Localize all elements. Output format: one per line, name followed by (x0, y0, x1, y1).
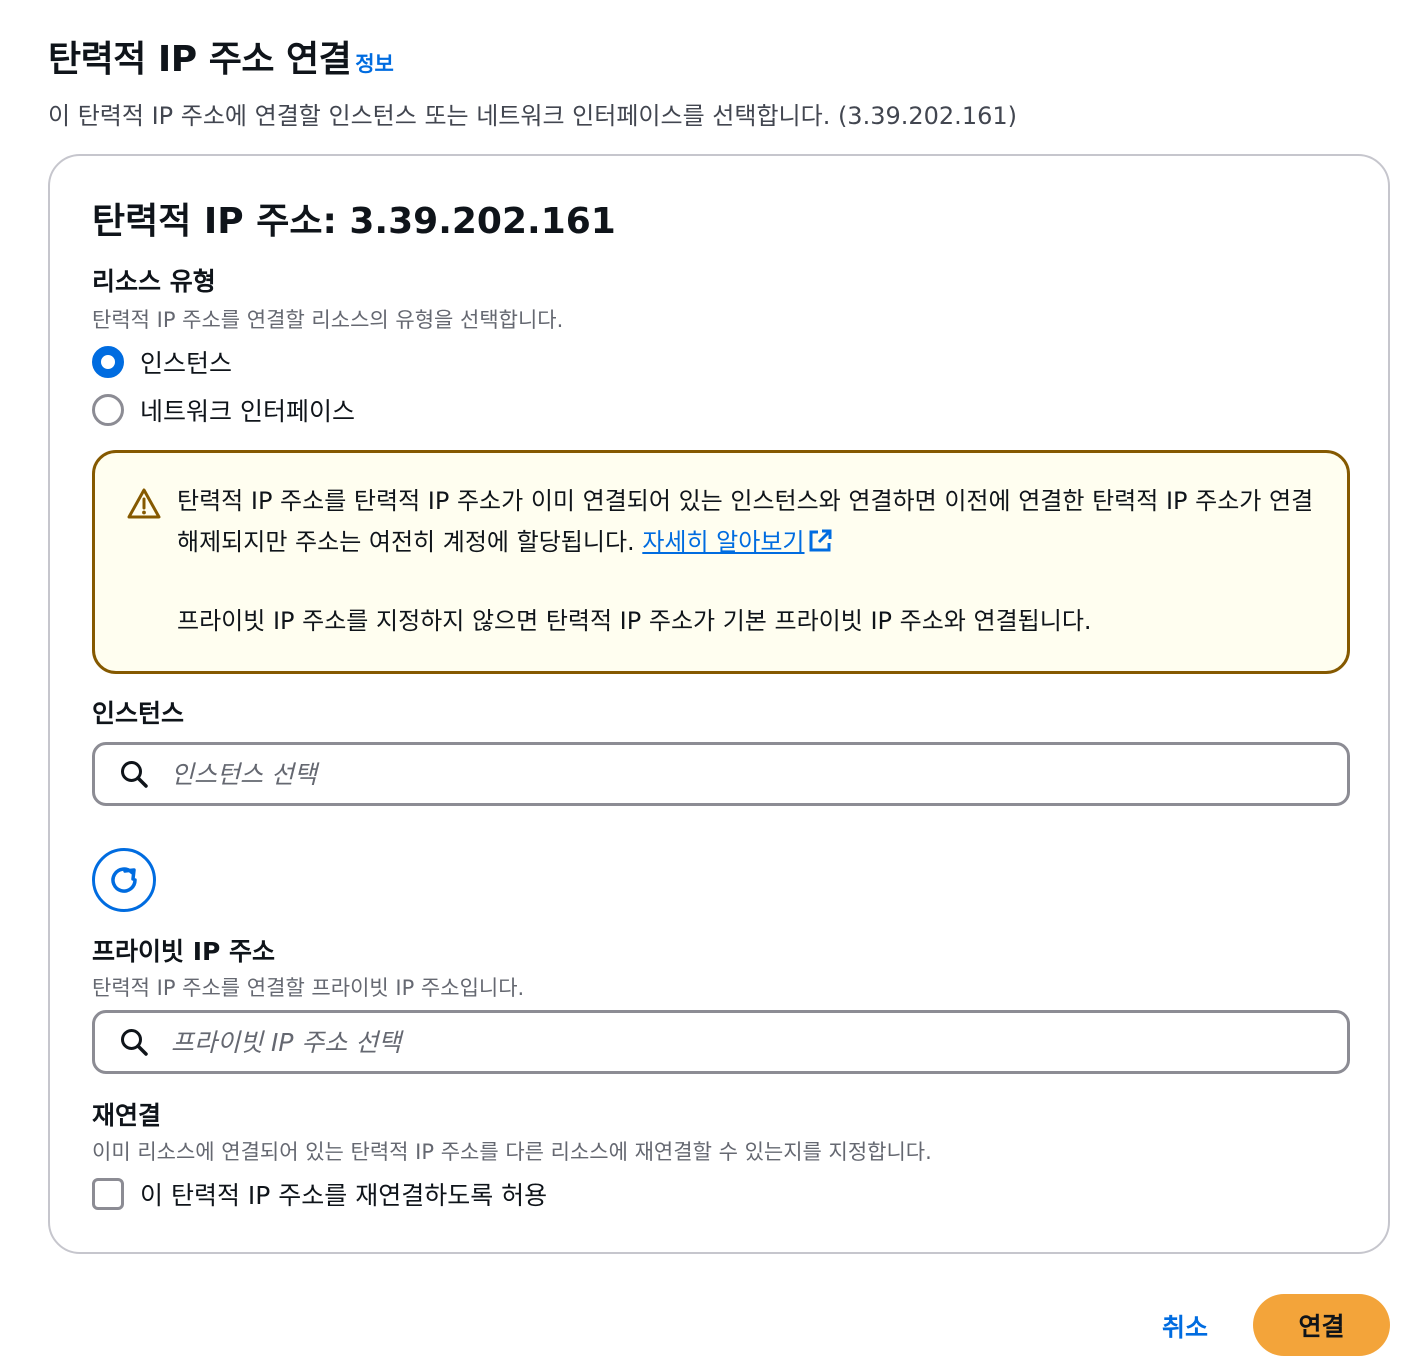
page: 탄력적 IP 주소 연결 정보 이 탄력적 IP 주소에 연결할 인스턴스 또는… (0, 0, 1424, 1356)
page-header: 탄력적 IP 주소 연결 정보 이 탄력적 IP 주소에 연결할 인스턴스 또는… (48, 30, 1017, 131)
private-ip-search-field[interactable] (92, 1010, 1350, 1074)
warning-icon (127, 488, 161, 519)
section-title: 탄력적 IP 주소: 3.39.202.161 (92, 201, 616, 242)
form-container: 탄력적 IP 주소: 3.39.202.161 리소스 유형 탄력적 IP 주소… (48, 154, 1390, 1254)
private-ip-description: 탄력적 IP 주소를 연결할 프라이빗 IP 주소입니다. (92, 976, 525, 1000)
info-link[interactable]: 정보 (355, 48, 394, 78)
learn-more-link-text: 자세히 알아보기 (642, 528, 805, 556)
alert-paragraph-1: 탄력적 IP 주소를 탄력적 IP 주소가 이미 연결되어 있는 인스턴스와 연… (177, 481, 1317, 563)
radio-button-network-interface[interactable] (92, 394, 124, 426)
alert-message-2: 프라이빗 IP 주소를 지정하지 않으면 탄력적 IP 주소가 기본 프라이빗 … (177, 607, 1092, 635)
reassociation-checkbox-label: 이 탄력적 IP 주소를 재연결하도록 허용 (140, 1181, 548, 1210)
radio-option-instance[interactable]: 인스턴스 (92, 344, 232, 380)
radio-label-instance: 인스턴스 (140, 349, 233, 378)
private-ip-search-input[interactable] (171, 1027, 1271, 1057)
instance-label: 인스턴스 (92, 699, 185, 728)
learn-more-link[interactable]: 자세히 알아보기 (642, 528, 832, 556)
refresh-icon (111, 867, 137, 893)
search-icon (121, 1029, 148, 1056)
resource-type-description: 탄력적 IP 주소를 연결할 리소스의 유형을 선택합니다. (92, 308, 564, 332)
instance-search-field[interactable] (92, 742, 1350, 806)
instance-search-input[interactable] (171, 759, 1271, 789)
cancel-button[interactable]: 취소 (1140, 1298, 1230, 1354)
page-title: 탄력적 IP 주소 연결 (48, 39, 352, 80)
page-description: 이 탄력적 IP 주소에 연결할 인스턴스 또는 네트워크 인터페이스를 선택합… (48, 102, 1017, 130)
resource-type-label: 리소스 유형 (92, 267, 216, 296)
private-ip-label: 프라이빗 IP 주소 (92, 937, 276, 966)
reassociation-label: 재연결 (92, 1101, 162, 1130)
reassociation-checkbox[interactable] (92, 1178, 124, 1210)
alert-body: 탄력적 IP 주소를 탄력적 IP 주소가 이미 연결되어 있는 인스턴스와 연… (177, 481, 1317, 642)
reassociation-description: 이미 리소스에 연결되어 있는 탄력적 IP 주소를 다른 리소스에 재연결할 … (92, 1140, 932, 1164)
external-link-icon (809, 529, 832, 552)
radio-option-network-interface[interactable]: 네트워크 인터페이스 (92, 392, 355, 428)
reassociation-checkbox-row[interactable]: 이 탄력적 IP 주소를 재연결하도록 허용 (92, 1176, 547, 1212)
search-icon (121, 761, 148, 788)
radio-button-instance[interactable] (92, 346, 124, 378)
title-row: 탄력적 IP 주소 연결 정보 (48, 30, 1017, 82)
warning-alert: 탄력적 IP 주소를 탄력적 IP 주소가 이미 연결되어 있는 인스턴스와 연… (92, 450, 1350, 674)
radio-label-network-interface: 네트워크 인터페이스 (140, 397, 355, 426)
associate-button[interactable]: 연결 (1253, 1294, 1390, 1356)
refresh-button[interactable] (92, 848, 156, 912)
